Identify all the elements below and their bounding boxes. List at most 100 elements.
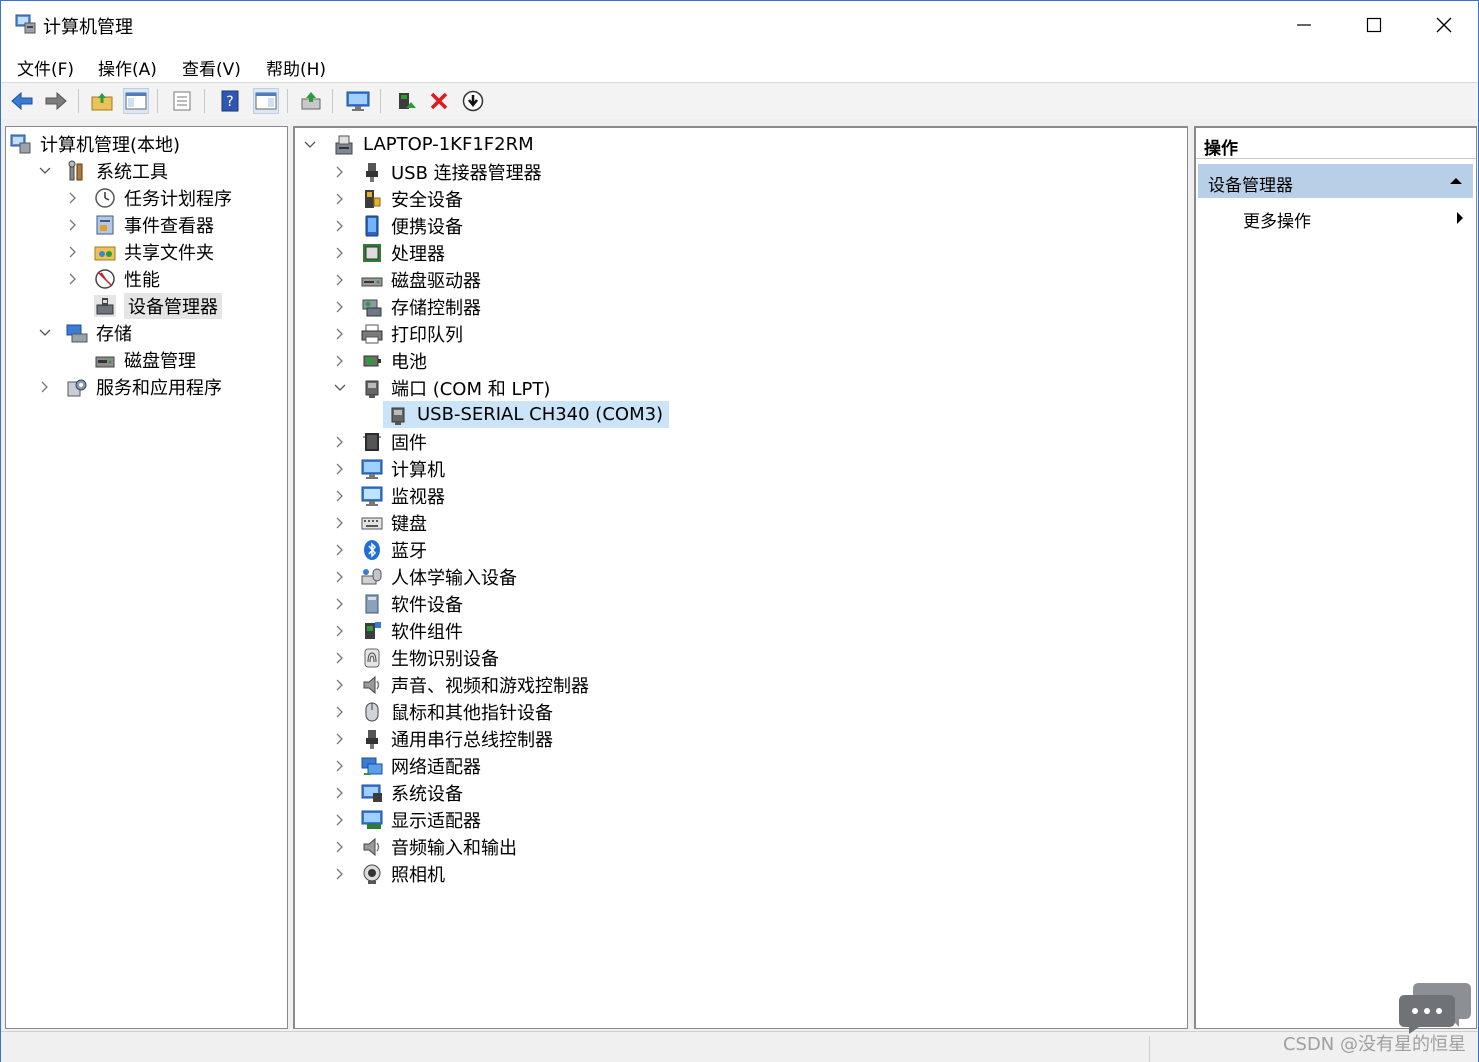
tree-item[interactable]: 服务和应用程序 [38, 373, 222, 400]
menu-action[interactable]: 操作(A) [98, 55, 157, 80]
chevron-right-icon[interactable] [333, 536, 347, 563]
chevron-right-icon[interactable] [333, 644, 347, 671]
actions-section-device-manager[interactable]: 设备管理器 [1198, 164, 1473, 198]
chevron-down-icon[interactable] [333, 374, 347, 401]
chevron-right-icon[interactable] [333, 617, 347, 644]
tree-item[interactable]: 事件查看器 [66, 211, 214, 238]
more-actions-item[interactable]: 更多操作 [1196, 200, 1476, 234]
device-category[interactable]: 键盘 [333, 509, 427, 536]
scan-hardware-button[interactable] [345, 88, 371, 114]
properties-button[interactable] [169, 88, 195, 114]
device-category[interactable]: 打印队列 [333, 320, 463, 347]
device-category[interactable]: 存储控制器 [333, 293, 481, 320]
chevron-right-icon[interactable] [333, 806, 347, 833]
minimize-button[interactable] [1269, 1, 1339, 49]
device-category[interactable]: 端口 (COM 和 LPT) [333, 374, 550, 401]
show-hide-action-pane-button[interactable] [253, 88, 279, 114]
chevron-down-icon[interactable] [38, 157, 52, 184]
device-category[interactable]: 蓝牙 [333, 536, 427, 563]
device-category[interactable]: 固件 [333, 428, 427, 455]
usb-connector-icon [366, 162, 378, 182]
chevron-right-icon[interactable] [333, 347, 347, 374]
device-label: 电池 [391, 351, 427, 373]
maximize-icon [1366, 17, 1382, 33]
chevron-right-icon[interactable] [333, 563, 347, 590]
chevron-right-icon[interactable] [333, 428, 347, 455]
chevron-right-icon[interactable] [333, 239, 347, 266]
device-category[interactable]: 安全设备 [333, 185, 463, 212]
tree-item[interactable]: 设备管理器 [66, 292, 222, 319]
device-category[interactable]: 软件设备 [333, 590, 463, 617]
maximize-button[interactable] [1339, 1, 1409, 49]
chevron-right-icon[interactable] [333, 833, 347, 860]
show-hide-console-tree-button[interactable] [123, 88, 149, 114]
device-category[interactable]: 生物识别设备 [333, 644, 499, 671]
device-category[interactable]: 显示适配器 [333, 806, 481, 833]
chevron-down-icon[interactable] [303, 131, 317, 158]
device-category[interactable]: 音频输入和输出 [333, 833, 517, 860]
tree-item[interactable]: 共享文件夹 [66, 238, 214, 265]
forward-button[interactable] [43, 88, 69, 114]
menu-file[interactable]: 文件(F) [17, 55, 74, 80]
chevron-right-icon[interactable] [333, 293, 347, 320]
device-category[interactable]: 系统设备 [333, 779, 463, 806]
chevron-right-icon[interactable] [333, 860, 347, 887]
device-category[interactable]: 监视器 [333, 482, 445, 509]
portable-device-icon [365, 215, 379, 236]
device-category[interactable]: 处理器 [333, 239, 445, 266]
device-category[interactable]: 鼠标和其他指针设备 [333, 698, 553, 725]
device-item[interactable]: USB-SERIAL CH340 (COM3) [383, 401, 670, 428]
device-category[interactable]: 人体学输入设备 [333, 563, 517, 590]
menu-help[interactable]: 帮助(H) [266, 55, 326, 80]
device-root-row[interactable]: LAPTOP-1KF1F2RM [303, 131, 534, 158]
chevron-right-icon[interactable] [333, 509, 347, 536]
device-category[interactable]: 网络适配器 [333, 752, 481, 779]
chevron-right-icon[interactable] [333, 482, 347, 509]
help-icon: ? [221, 90, 239, 112]
device-category[interactable]: 软件组件 [333, 617, 463, 644]
chevron-right-icon[interactable] [66, 184, 80, 211]
close-button[interactable] [1409, 1, 1478, 49]
chevron-right-icon[interactable] [333, 158, 347, 185]
tree-item[interactable]: 任务计划程序 [66, 184, 232, 211]
help-button[interactable]: ? [217, 88, 243, 114]
tree-item[interactable]: 存储 [38, 319, 132, 346]
device-category[interactable]: 通用串行总线控制器 [333, 725, 553, 752]
chevron-right-icon[interactable] [333, 590, 347, 617]
device-category[interactable]: USB 连接器管理器 [333, 158, 542, 185]
update-driver-button[interactable] [298, 88, 324, 114]
menu-view[interactable]: 查看(V) [182, 55, 241, 80]
chevron-right-icon[interactable] [333, 455, 347, 482]
chevron-right-icon[interactable] [333, 779, 347, 806]
chevron-right-icon[interactable] [66, 211, 80, 238]
chevron-right-icon[interactable] [333, 266, 347, 293]
chevron-right-icon[interactable] [66, 238, 80, 265]
up-level-button[interactable] [89, 88, 115, 114]
uninstall-device-button[interactable] [426, 88, 452, 114]
tree-item[interactable]: 系统工具 [38, 157, 168, 184]
device-category[interactable]: 电池 [333, 347, 427, 374]
tree-item[interactable]: 磁盘管理 [66, 346, 196, 373]
device-category[interactable]: 磁盘驱动器 [333, 266, 481, 293]
enable-device-button[interactable] [393, 88, 419, 114]
chevron-right-icon[interactable] [333, 212, 347, 239]
device-category[interactable]: 声音、视频和游戏控制器 [333, 671, 589, 698]
device-category[interactable]: 照相机 [333, 860, 445, 887]
device-category[interactable]: 便携设备 [333, 212, 463, 239]
chevron-right-icon[interactable] [333, 752, 347, 779]
device-category[interactable]: 计算机 [333, 455, 445, 482]
chevron-right-icon[interactable] [333, 671, 347, 698]
device-label: 网络适配器 [391, 756, 481, 778]
collapse-triangle-icon[interactable] [1449, 177, 1463, 185]
chevron-right-icon[interactable] [333, 725, 347, 752]
tree-item[interactable]: 计算机管理(本地) [10, 130, 180, 157]
chevron-right-icon[interactable] [333, 698, 347, 725]
chevron-right-icon[interactable] [333, 185, 347, 212]
disable-device-button[interactable] [460, 88, 486, 114]
chevron-right-icon[interactable] [66, 265, 80, 292]
chevron-right-icon[interactable] [333, 320, 347, 347]
tree-item[interactable]: 性能 [66, 265, 160, 292]
chevron-right-icon[interactable] [38, 373, 52, 400]
chevron-down-icon[interactable] [38, 319, 52, 346]
back-button[interactable] [9, 88, 35, 114]
